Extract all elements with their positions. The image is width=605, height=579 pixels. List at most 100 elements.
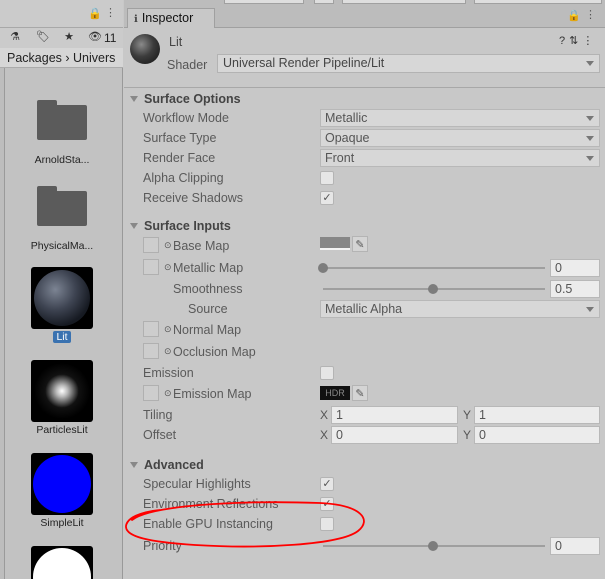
offset-y-field[interactable]: 0 [474, 426, 600, 444]
simple-lit-thumbnail [31, 453, 93, 515]
render-face-dropdown[interactable]: Front [320, 149, 600, 167]
search-by-label-icon[interactable]: 🏷 [32, 30, 54, 46]
object-picker-icon[interactable]: ⊙ [164, 262, 172, 273]
folder-tree-collapsed[interactable] [0, 68, 5, 579]
foldout-triangle-icon [130, 223, 138, 229]
environment-reflections-checkbox[interactable]: ✓ [320, 497, 334, 511]
emission-checkbox[interactable] [320, 366, 334, 380]
specular-highlights-checkbox[interactable]: ✓ [320, 477, 334, 491]
surface-type-label: Surface Type [143, 131, 217, 145]
kebab-menu-icon[interactable]: ⋮ [585, 8, 596, 21]
asset-lit-selected[interactable]: Lit [10, 267, 114, 343]
hidden-packages-icon[interactable]: 👁 [84, 30, 106, 46]
section-surface-options[interactable]: Surface Options [130, 92, 241, 106]
specular-highlights-label: Specular Highlights [143, 477, 251, 491]
alpha-clipping-checkbox[interactable] [320, 171, 334, 185]
metallic-slider-track[interactable] [323, 267, 545, 269]
toolbar-button[interactable] [224, 0, 304, 4]
kebab-menu-icon[interactable]: ⋮ [582, 35, 597, 47]
kebab-menu-icon[interactable]: ⋮ [105, 6, 116, 19]
emission-map-label: Emission Map [173, 387, 252, 401]
metallic-map-texture-slot[interactable] [143, 259, 159, 275]
tab-inspector[interactable]: ℹ Inspector [127, 8, 215, 28]
occlusion-map-label: Occlusion Map [173, 345, 256, 359]
lock-icon[interactable]: 🔒 [567, 9, 581, 22]
shader-dropdown[interactable]: Universal Render Pipeline/Lit [217, 54, 600, 73]
project-panel: 🔒 ⋮ ⚗ 🏷 ★ 👁 11 Packages › Univers Arnold… [0, 0, 123, 579]
offset-x-field[interactable]: 0 [331, 426, 458, 444]
smoothness-value-field[interactable]: 0.5 [550, 280, 600, 298]
eyedropper-icon[interactable]: ✎ [352, 385, 368, 401]
chevron-down-icon [586, 156, 594, 161]
offset-x-label: X [320, 428, 329, 442]
preset-sliders-icon[interactable]: ⇅ [569, 35, 582, 47]
object-picker-icon[interactable]: ⊙ [164, 324, 172, 335]
eyedropper-icon[interactable]: ✎ [352, 236, 368, 252]
lock-icon[interactable]: 🔒 [88, 7, 102, 20]
smoothness-slider-handle[interactable] [428, 284, 438, 294]
tiling-y-field[interactable]: 1 [474, 406, 600, 424]
receive-shadows-checkbox[interactable]: ✓ [320, 191, 334, 205]
lit-material-thumbnail [31, 267, 93, 329]
workflow-mode-dropdown[interactable]: Metallic [320, 109, 600, 127]
metallic-value-field[interactable]: 0 [550, 259, 600, 277]
base-map-color-swatch[interactable] [320, 237, 350, 250]
breadcrumb[interactable]: Packages › Univers [0, 48, 123, 68]
search-by-type-icon[interactable]: ⚗ [4, 30, 26, 46]
toolbar-button[interactable] [474, 0, 602, 4]
chevron-down-icon [586, 307, 594, 312]
surface-type-value: Opaque [325, 131, 370, 145]
help-icon[interactable]: ? [559, 35, 569, 47]
surface-type-dropdown[interactable]: Opaque [320, 129, 600, 147]
offset-x-value: 0 [336, 428, 343, 442]
asset-partial[interactable] [10, 546, 114, 579]
chevron-down-icon [586, 136, 594, 141]
chevron-down-icon [586, 116, 594, 121]
tiling-x-field[interactable]: 1 [331, 406, 458, 424]
source-value: Metallic Alpha [325, 302, 403, 316]
normal-map-texture-slot[interactable] [143, 321, 159, 337]
emission-map-texture-slot[interactable] [143, 385, 159, 401]
section-title: Surface Options [144, 92, 241, 106]
metallic-slider-handle[interactable] [318, 263, 328, 273]
gpu-instancing-checkbox[interactable] [320, 517, 334, 531]
object-picker-icon[interactable]: ⊙ [164, 346, 172, 357]
emission-hdr-color-swatch[interactable]: HDR [320, 386, 350, 400]
asset-label: PhysicalMa... [30, 240, 94, 252]
tiling-x-label: X [320, 408, 329, 422]
priority-value-field[interactable]: 0 [550, 537, 600, 555]
favorites-star-icon[interactable]: ★ [58, 30, 80, 46]
priority-label: Priority [143, 539, 182, 553]
toolbar-button[interactable] [342, 0, 466, 4]
unity-editor: 🔒 ⋮ ⚗ 🏷 ★ 👁 11 Packages › Univers Arnold… [0, 0, 605, 579]
object-picker-icon[interactable]: ⊙ [164, 388, 172, 399]
smoothness-value: 0.5 [555, 282, 573, 296]
hdr-label: HDR [325, 388, 345, 398]
source-dropdown[interactable]: Metallic Alpha [320, 300, 600, 318]
white-material-thumbnail [31, 546, 93, 579]
material-header: Lit ?⇅⋮ Shader Universal Render Pipeline… [124, 28, 605, 88]
normal-map-label: Normal Map [173, 323, 242, 337]
receive-shadows-label: Receive Shadows [143, 191, 244, 205]
material-name: Lit [169, 35, 183, 49]
asset-arnold-standard[interactable]: ArnoldSta... [10, 86, 114, 166]
foldout-triangle-icon [130, 96, 138, 102]
asset-label: ParticlesLit [36, 424, 88, 436]
section-surface-inputs[interactable]: Surface Inputs [130, 219, 231, 233]
shader-value: Universal Render Pipeline/Lit [223, 56, 385, 70]
toolbar-button[interactable] [314, 0, 334, 4]
smoothness-label: Smoothness [173, 282, 243, 296]
asset-particles-lit[interactable]: ParticlesLit [10, 360, 114, 436]
object-picker-icon[interactable]: ⊙ [164, 240, 172, 251]
priority-slider-handle[interactable] [428, 541, 438, 551]
chevron-down-icon [586, 61, 594, 66]
tiling-label: Tiling [143, 408, 173, 422]
occlusion-map-texture-slot[interactable] [143, 343, 159, 359]
workflow-mode-label: Workflow Mode [143, 111, 229, 125]
section-advanced[interactable]: Advanced [130, 458, 204, 472]
environment-reflections-label: Environment Reflections [143, 497, 279, 511]
asset-physical-material[interactable]: PhysicalMa... [10, 172, 114, 252]
base-map-texture-slot[interactable] [143, 237, 159, 253]
asset-simple-lit[interactable]: SimpleLit [10, 453, 114, 529]
project-toolbar: ⚗ 🏷 ★ 👁 11 [0, 28, 123, 48]
